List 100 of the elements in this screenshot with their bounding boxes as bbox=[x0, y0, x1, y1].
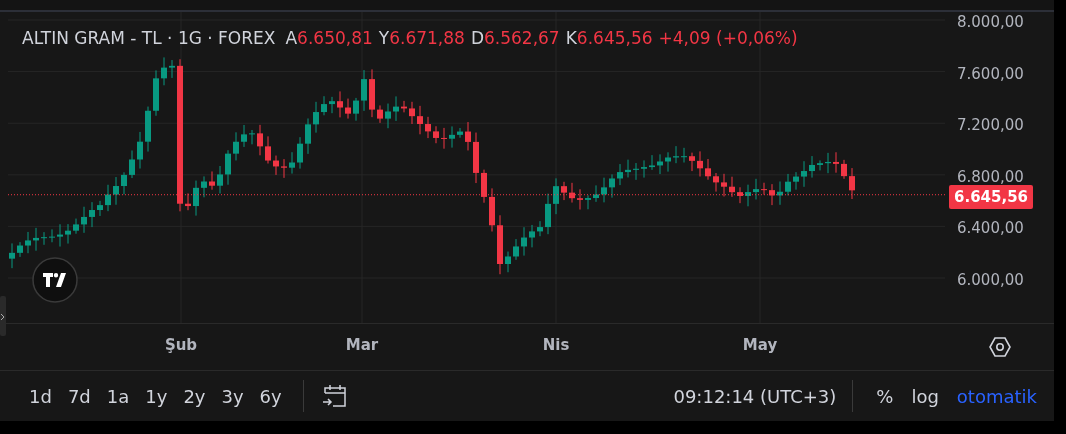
candle bbox=[481, 169, 487, 204]
ohlc-value: 6.562,67 bbox=[484, 28, 560, 48]
candle bbox=[657, 153, 663, 175]
scale-toggle[interactable]: otomatik bbox=[949, 381, 1044, 411]
candle bbox=[609, 173, 615, 199]
candle bbox=[313, 101, 319, 134]
price-axis-label: 6.400,00 bbox=[957, 219, 1024, 238]
candle bbox=[241, 124, 247, 148]
candle bbox=[385, 103, 391, 129]
candle bbox=[529, 224, 535, 248]
candle bbox=[441, 127, 447, 150]
candle bbox=[145, 106, 151, 153]
candle bbox=[193, 180, 199, 217]
range-button[interactable]: 7d bbox=[60, 381, 98, 411]
candle bbox=[465, 121, 471, 151]
logo-icon[interactable] bbox=[32, 257, 78, 303]
candle bbox=[425, 116, 431, 139]
price-axis-label: 7.600,00 bbox=[957, 64, 1024, 83]
candle bbox=[161, 56, 167, 86]
ohlc-value: 6.645,56 bbox=[576, 28, 653, 48]
candle bbox=[113, 176, 119, 206]
price-axis-label: 7.200,00 bbox=[957, 116, 1024, 135]
price-change: +4,09 (+0,06%) bbox=[658, 28, 798, 48]
candle bbox=[137, 131, 143, 170]
candle bbox=[361, 69, 367, 112]
candle bbox=[393, 95, 399, 122]
candle bbox=[105, 184, 111, 212]
candle bbox=[473, 132, 479, 184]
candle bbox=[553, 177, 559, 215]
candle bbox=[769, 183, 775, 206]
collapse-handle-icon[interactable] bbox=[0, 296, 8, 336]
candle bbox=[57, 223, 63, 248]
candle bbox=[153, 69, 159, 117]
candle bbox=[585, 194, 591, 210]
ohlc-label: A bbox=[285, 28, 298, 48]
symbol-title: ALTIN GRAM - TL · 1G · FOREX bbox=[22, 28, 276, 48]
range-button[interactable]: 6y bbox=[252, 381, 289, 411]
candle bbox=[793, 171, 799, 191]
candle bbox=[337, 90, 343, 118]
candle bbox=[777, 181, 783, 206]
ohlc-value: 6.671,88 bbox=[389, 28, 465, 48]
candle bbox=[265, 135, 271, 164]
range-button[interactable]: 2y bbox=[176, 381, 213, 411]
candle bbox=[489, 187, 495, 232]
candle bbox=[457, 127, 463, 139]
candle bbox=[417, 105, 423, 135]
candle bbox=[729, 176, 735, 198]
price-axis-label: 8.000,00 bbox=[957, 13, 1024, 31]
candle bbox=[233, 131, 239, 161]
candle bbox=[761, 182, 767, 196]
candle bbox=[81, 206, 87, 234]
candle bbox=[33, 227, 39, 252]
candle bbox=[65, 223, 71, 245]
candle bbox=[849, 167, 855, 200]
candle bbox=[401, 100, 407, 113]
candle bbox=[673, 145, 679, 164]
candle bbox=[297, 136, 303, 170]
candle bbox=[681, 147, 687, 164]
range-button[interactable]: 1d bbox=[22, 381, 59, 411]
candle bbox=[833, 151, 839, 174]
price-axis-label: 6.000,00 bbox=[957, 271, 1024, 289]
candle bbox=[257, 124, 263, 156]
scale-toggle[interactable]: % bbox=[869, 381, 901, 411]
settings-icon[interactable] bbox=[987, 335, 1012, 359]
candle bbox=[825, 152, 831, 174]
ohlc-label: K bbox=[565, 28, 577, 48]
candle bbox=[633, 162, 639, 181]
candle bbox=[561, 181, 567, 201]
candle bbox=[737, 186, 743, 204]
candle bbox=[801, 160, 807, 188]
candle bbox=[521, 226, 527, 257]
candle bbox=[73, 218, 79, 235]
candle bbox=[9, 242, 15, 269]
scale-toggle[interactable]: log bbox=[904, 381, 946, 411]
time-axis-label: Nis bbox=[542, 336, 570, 354]
candle bbox=[169, 59, 175, 79]
candle bbox=[49, 228, 55, 243]
candle bbox=[705, 158, 711, 181]
range-button[interactable]: 1y bbox=[138, 381, 175, 411]
range-button[interactable]: 1a bbox=[99, 381, 137, 411]
candle bbox=[625, 159, 631, 178]
candle bbox=[41, 231, 47, 246]
candle bbox=[817, 159, 823, 171]
clock-time: 09:12:14 (UTC+3) bbox=[673, 385, 837, 407]
candle bbox=[641, 159, 647, 179]
candle bbox=[537, 220, 543, 237]
candle bbox=[377, 104, 383, 124]
candle bbox=[449, 125, 455, 149]
candle bbox=[665, 151, 671, 173]
candle bbox=[697, 150, 703, 177]
candle bbox=[225, 149, 231, 186]
candle bbox=[329, 96, 335, 114]
price-axis-label: 6.800,00 bbox=[957, 167, 1024, 186]
candle bbox=[433, 125, 439, 144]
range-button[interactable]: 3y bbox=[214, 381, 251, 411]
candle bbox=[121, 171, 127, 195]
candle bbox=[577, 188, 583, 211]
candle bbox=[345, 98, 351, 120]
candle bbox=[249, 129, 255, 145]
candle bbox=[97, 200, 103, 217]
